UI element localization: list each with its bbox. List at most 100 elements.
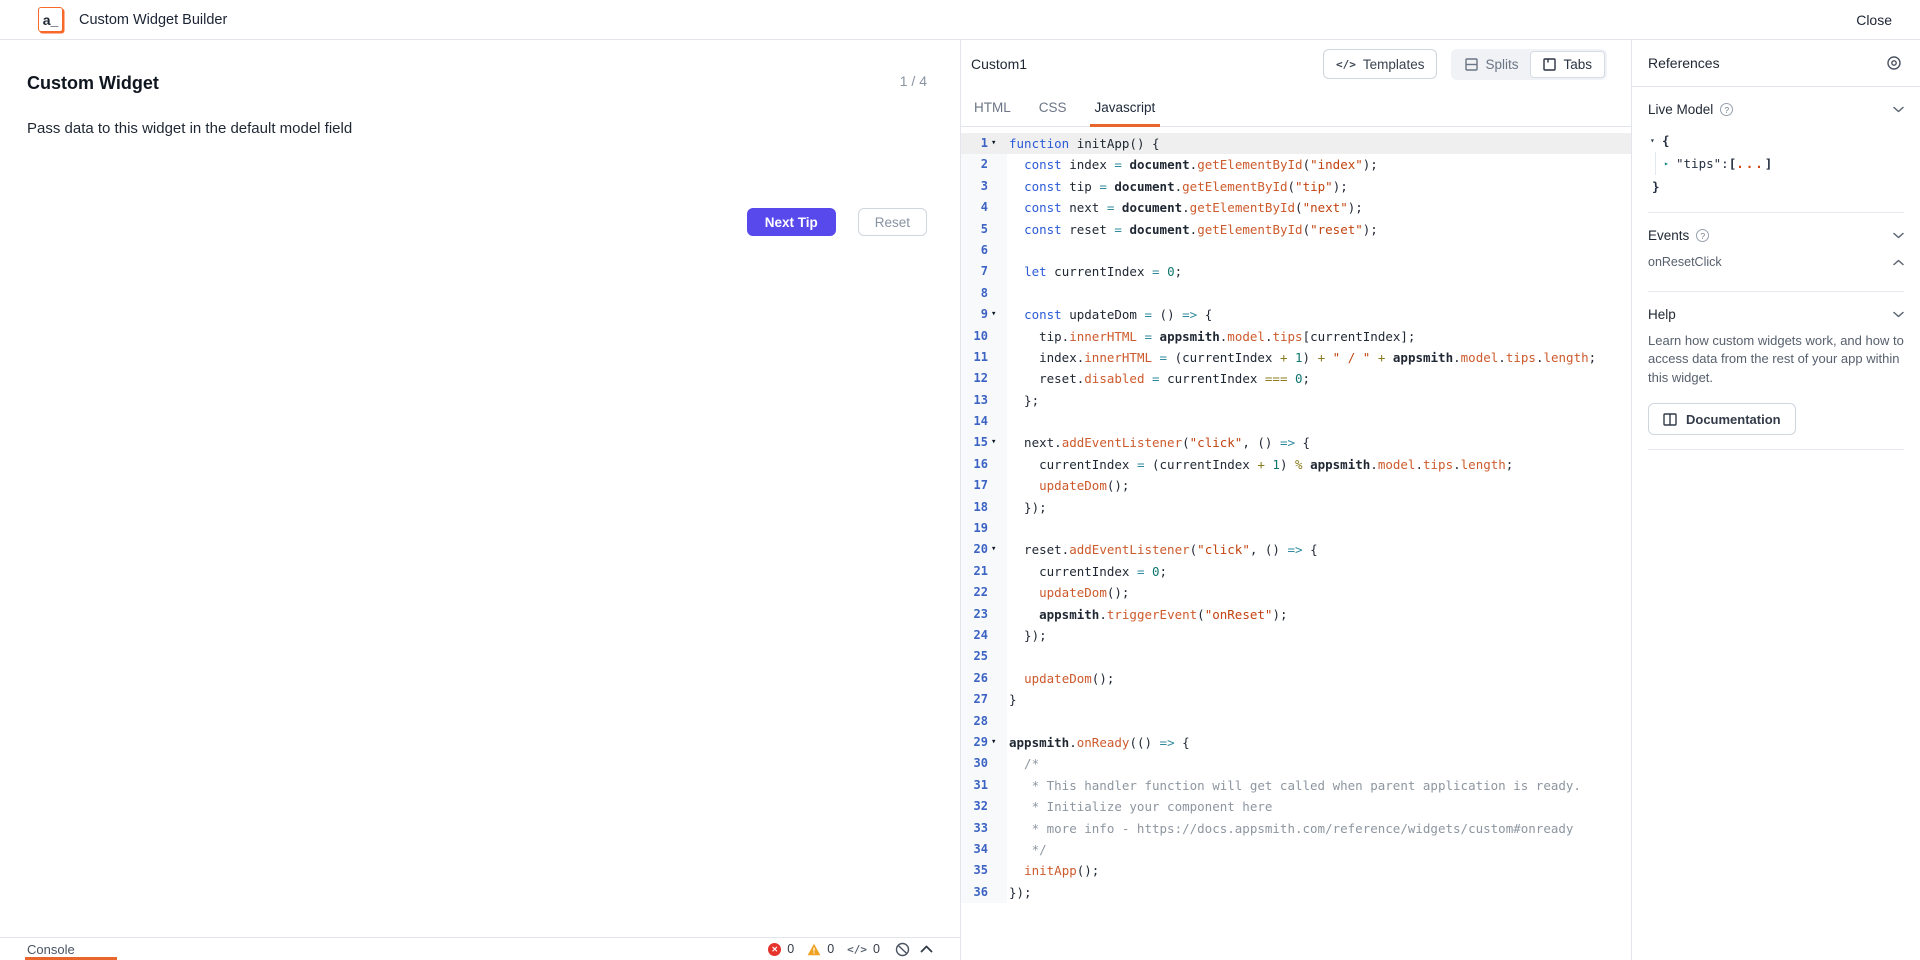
fold-spacer: [988, 261, 1007, 282]
references-visibility-button[interactable]: [1884, 53, 1904, 73]
json-key-row[interactable]: ▸ "tips" : [...]: [1664, 152, 1904, 175]
expand-node-icon[interactable]: ▸: [1664, 159, 1676, 168]
code-text: updateDom();: [1007, 668, 1114, 689]
gutter: 1▾: [961, 133, 1007, 154]
eye-icon: [1886, 55, 1902, 71]
templates-label: Templates: [1363, 57, 1425, 72]
fold-toggle-icon[interactable]: ▾: [988, 304, 1007, 325]
code-line[interactable]: 6: [961, 240, 1631, 261]
fold-toggle-icon[interactable]: ▾: [988, 732, 1007, 753]
code-line[interactable]: 35 initApp();: [961, 860, 1631, 881]
code-line[interactable]: 2 const index = document.getElementById(…: [961, 154, 1631, 175]
gutter: 33: [961, 818, 1007, 839]
code-line[interactable]: 34 */: [961, 839, 1631, 860]
gutter: 29▾: [961, 732, 1007, 753]
code-line[interactable]: 13 };: [961, 390, 1631, 411]
code-line[interactable]: 32 * Initialize your component here: [961, 796, 1631, 817]
fold-spacer: [988, 775, 1007, 796]
chevron-down-icon: [1893, 311, 1904, 318]
code-text: [1007, 646, 1009, 667]
code-line[interactable]: 29▾appsmith.onReady(() => {: [961, 732, 1631, 753]
code-text: currentIndex = (currentIndex + 1) % apps…: [1007, 454, 1513, 475]
reset-button[interactable]: Reset: [858, 208, 927, 236]
code-line[interactable]: 20▾ reset.addEventListener("click", () =…: [961, 539, 1631, 560]
fold-toggle-icon[interactable]: ▾: [988, 432, 1007, 453]
events-section: Events ? onResetClick: [1632, 213, 1920, 292]
code-line[interactable]: 33 * more info - https://docs.appsmith.c…: [961, 818, 1631, 839]
code-editor[interactable]: 1▾function initApp() {2 const index = do…: [961, 127, 1631, 960]
code-line[interactable]: 26 updateDom();: [961, 668, 1631, 689]
clear-console-button[interactable]: [893, 940, 912, 959]
fold-spacer: [988, 411, 1007, 432]
code-line[interactable]: 18 });: [961, 497, 1631, 518]
code-text: [1007, 411, 1009, 432]
splits-label: Splits: [1485, 57, 1518, 72]
fold-spacer: [988, 240, 1007, 261]
fold-toggle-icon[interactable]: ▾: [988, 539, 1007, 560]
code-line[interactable]: 22 updateDom();: [961, 582, 1631, 603]
help-header[interactable]: Help: [1648, 292, 1904, 328]
line-number: 21: [961, 561, 988, 582]
code-icon: </>: [847, 943, 867, 956]
console-tab[interactable]: Console: [27, 942, 75, 957]
code-line[interactable]: 15▾ next.addEventListener("click", () =>…: [961, 432, 1631, 453]
code-line[interactable]: 11 index.innerHTML = (currentIndex + 1) …: [961, 347, 1631, 368]
code-line[interactable]: 36});: [961, 882, 1631, 903]
code-text: reset.addEventListener("click", () => {: [1007, 539, 1318, 560]
code-line[interactable]: 31 * This handler function will get call…: [961, 775, 1631, 796]
code-line[interactable]: 12 reset.disabled = currentIndex === 0;: [961, 368, 1631, 389]
code-line[interactable]: 25: [961, 646, 1631, 667]
fold-toggle-icon[interactable]: ▾: [988, 133, 1007, 154]
splits-toggle[interactable]: Splits: [1453, 51, 1530, 78]
code-line[interactable]: 14: [961, 411, 1631, 432]
gutter: 20▾: [961, 539, 1007, 560]
code-text: const reset = document.getElementById("r…: [1007, 219, 1378, 240]
code-line[interactable]: 17 updateDom();: [961, 475, 1631, 496]
widget-name: Custom1: [971, 56, 1027, 72]
code-line[interactable]: 30 /*: [961, 753, 1631, 774]
line-number: 11: [961, 347, 988, 368]
code-text: index.innerHTML = (currentIndex + 1) + "…: [1007, 347, 1596, 368]
fold-spacer: [988, 646, 1007, 667]
code-line[interactable]: 10 tip.innerHTML = appsmith.model.tips[c…: [961, 326, 1631, 347]
next-tip-button[interactable]: Next Tip: [747, 208, 836, 236]
code-line[interactable]: 16 currentIndex = (currentIndex + 1) % a…: [961, 454, 1631, 475]
code-line[interactable]: 7 let currentIndex = 0;: [961, 261, 1631, 282]
editor-tab-javascript[interactable]: Javascript: [1095, 88, 1156, 126]
live-model-header[interactable]: Live Model ?: [1648, 87, 1904, 123]
code-line[interactable]: 28: [961, 711, 1631, 732]
event-item-onresetclick[interactable]: onResetClick: [1648, 249, 1904, 277]
code-text: tip.innerHTML = appsmith.model.tips[curr…: [1007, 326, 1415, 347]
code-line[interactable]: 8: [961, 283, 1631, 304]
code-line[interactable]: 4 const next = document.getElementById("…: [961, 197, 1631, 218]
templates-button[interactable]: </> Templates: [1323, 49, 1437, 79]
code-line[interactable]: 19: [961, 518, 1631, 539]
close-button[interactable]: Close: [1856, 12, 1892, 28]
editor-tab-css[interactable]: CSS: [1039, 88, 1067, 126]
error-count: 0: [787, 942, 794, 956]
code-line[interactable]: 3 const tip = document.getElementById("t…: [961, 176, 1631, 197]
line-number: 6: [961, 240, 988, 261]
gutter: 15▾: [961, 432, 1007, 453]
code-text: /*: [1007, 753, 1039, 774]
tabs-toggle[interactable]: Tabs: [1530, 51, 1605, 78]
code-line[interactable]: 1▾function initApp() {: [961, 133, 1631, 154]
code-line[interactable]: 5 const reset = document.getElementById(…: [961, 219, 1631, 240]
code-line[interactable]: 27}: [961, 689, 1631, 710]
fold-spacer: [988, 518, 1007, 539]
code-line[interactable]: 21 currentIndex = 0;: [961, 561, 1631, 582]
code-line[interactable]: 9▾ const updateDom = () => {: [961, 304, 1631, 325]
events-header[interactable]: Events ?: [1648, 213, 1904, 249]
app-title: Custom Widget Builder: [79, 12, 227, 28]
fold-spacer: [988, 796, 1007, 817]
gutter: 6: [961, 240, 1007, 261]
fold-spacer: [988, 390, 1007, 411]
documentation-button[interactable]: Documentation: [1648, 403, 1796, 435]
code-line[interactable]: 23 appsmith.triggerEvent("onReset");: [961, 604, 1631, 625]
code-line[interactable]: 24 });: [961, 625, 1631, 646]
collapse-console-button[interactable]: [918, 943, 935, 955]
editor-tab-html[interactable]: HTML: [974, 88, 1011, 126]
code-text: * Initialize your component here: [1007, 796, 1272, 817]
collapse-node-icon[interactable]: ▾: [1650, 136, 1662, 145]
fold-spacer: [988, 668, 1007, 689]
